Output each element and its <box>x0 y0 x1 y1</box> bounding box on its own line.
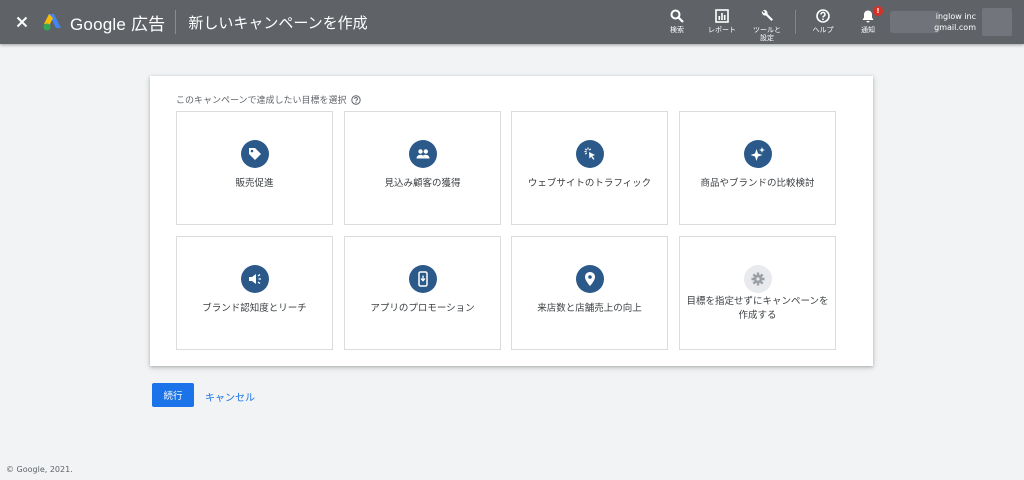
cursor-click-icon <box>576 140 604 168</box>
goal-tile-consideration[interactable]: 商品やブランドの比較検討 <box>679 111 836 225</box>
header-divider <box>175 10 177 34</box>
tools-settings-button[interactable]: ツールと設定 <box>750 0 784 44</box>
reports-label: レポート <box>708 26 736 34</box>
help-icon <box>816 9 830 23</box>
goal-tile-brand-awareness[interactable]: ブランド認知度とリーチ <box>176 236 333 350</box>
account-email: inglow inc gmail.com <box>934 11 976 33</box>
goal-tile-label: 商品やブランドの比較検討 <box>700 178 815 189</box>
cancel-button[interactable]: キャンセル <box>205 389 255 404</box>
help-circle-icon[interactable] <box>350 94 361 105</box>
goal-tile-label: 目標を指定せずにキャンペーンを作成する <box>686 296 829 321</box>
help-button[interactable]: ヘルプ <box>806 0 840 44</box>
phone-icon <box>409 265 437 293</box>
search-icon <box>670 9 684 23</box>
speaker-icon <box>241 265 269 293</box>
toolbar-separator <box>795 10 796 34</box>
notifications-label: 通知 <box>861 26 875 34</box>
google-ads-logo-icon <box>43 14 61 31</box>
goal-selection-heading: このキャンペーンで達成したい目標を選択 <box>176 93 361 106</box>
people-icon <box>409 140 437 168</box>
goal-tile-label: 販売促進 <box>235 178 274 189</box>
wrench-icon <box>761 9 773 21</box>
continue-button[interactable]: 続行 <box>152 383 194 407</box>
close-button[interactable] <box>12 12 32 32</box>
reports-button[interactable]: レポート <box>705 0 739 44</box>
search-button[interactable]: 検索 <box>660 0 694 44</box>
goal-tile-label: アプリのプロモーション <box>370 303 475 314</box>
goal-tile-label: ブランド認知度とリーチ <box>202 303 307 314</box>
brand-name: Google 広告 <box>70 14 166 34</box>
help-label: ヘルプ <box>812 26 834 34</box>
location-pin-icon <box>576 265 604 293</box>
close-icon <box>16 16 28 28</box>
avatar[interactable] <box>982 8 1012 36</box>
goal-tile-sales[interactable]: 販売促進 <box>176 111 333 225</box>
notification-badge: ! <box>873 6 883 16</box>
account-line-1: inglow inc <box>935 12 976 21</box>
page-title: 新しいキャンペーンを作成 <box>188 13 368 32</box>
account-switcher[interactable]: inglow inc gmail.com <box>890 8 980 36</box>
google-ads-logo[interactable]: Google 広告 <box>42 10 165 35</box>
tag-icon <box>241 140 269 168</box>
goal-tile-local-store-visits[interactable]: 来店数と店舗売上の向上 <box>511 236 668 350</box>
sparkle-icon <box>744 140 772 168</box>
gear-icon <box>744 265 772 293</box>
goal-tile-label: ウェブサイトのトラフィック <box>527 178 652 189</box>
goal-tile-leads[interactable]: 見込み顧客の獲得 <box>344 111 501 225</box>
goal-tile-label: 見込み顧客の獲得 <box>384 178 461 189</box>
notifications-button[interactable]: ! 通知 <box>851 0 885 44</box>
goal-selection-title: このキャンペーンで達成したい目標を選択 <box>176 96 347 106</box>
goal-tile-website-traffic[interactable]: ウェブサイトのトラフィック <box>511 111 668 225</box>
goal-tile-app-promotion[interactable]: アプリのプロモーション <box>344 236 501 350</box>
copyright-footer: © Google, 2021. <box>6 465 73 474</box>
header-toolbar: 検索 レポート ツールと設定 ヘルプ ! 通知 <box>660 0 896 44</box>
top-app-bar: Google 広告 新しいキャンペーンを作成 検索 レポート ツールと設定 ヘル… <box>0 0 1024 44</box>
account-name-redacted <box>890 11 940 33</box>
goal-selection-card: このキャンペーンで達成したい目標を選択 販売促進 見込み顧客の獲得 ウェブサイト… <box>150 76 873 366</box>
goal-tile-label: 来店数と店舗売上の向上 <box>537 303 642 314</box>
goal-tile-no-goal[interactable]: 目標を指定せずにキャンペーンを作成する <box>679 236 836 350</box>
search-label: 検索 <box>670 26 684 34</box>
reports-icon <box>715 9 729 23</box>
tools-settings-label: ツールと設定 <box>753 26 781 42</box>
account-line-2: gmail.com <box>934 23 976 32</box>
